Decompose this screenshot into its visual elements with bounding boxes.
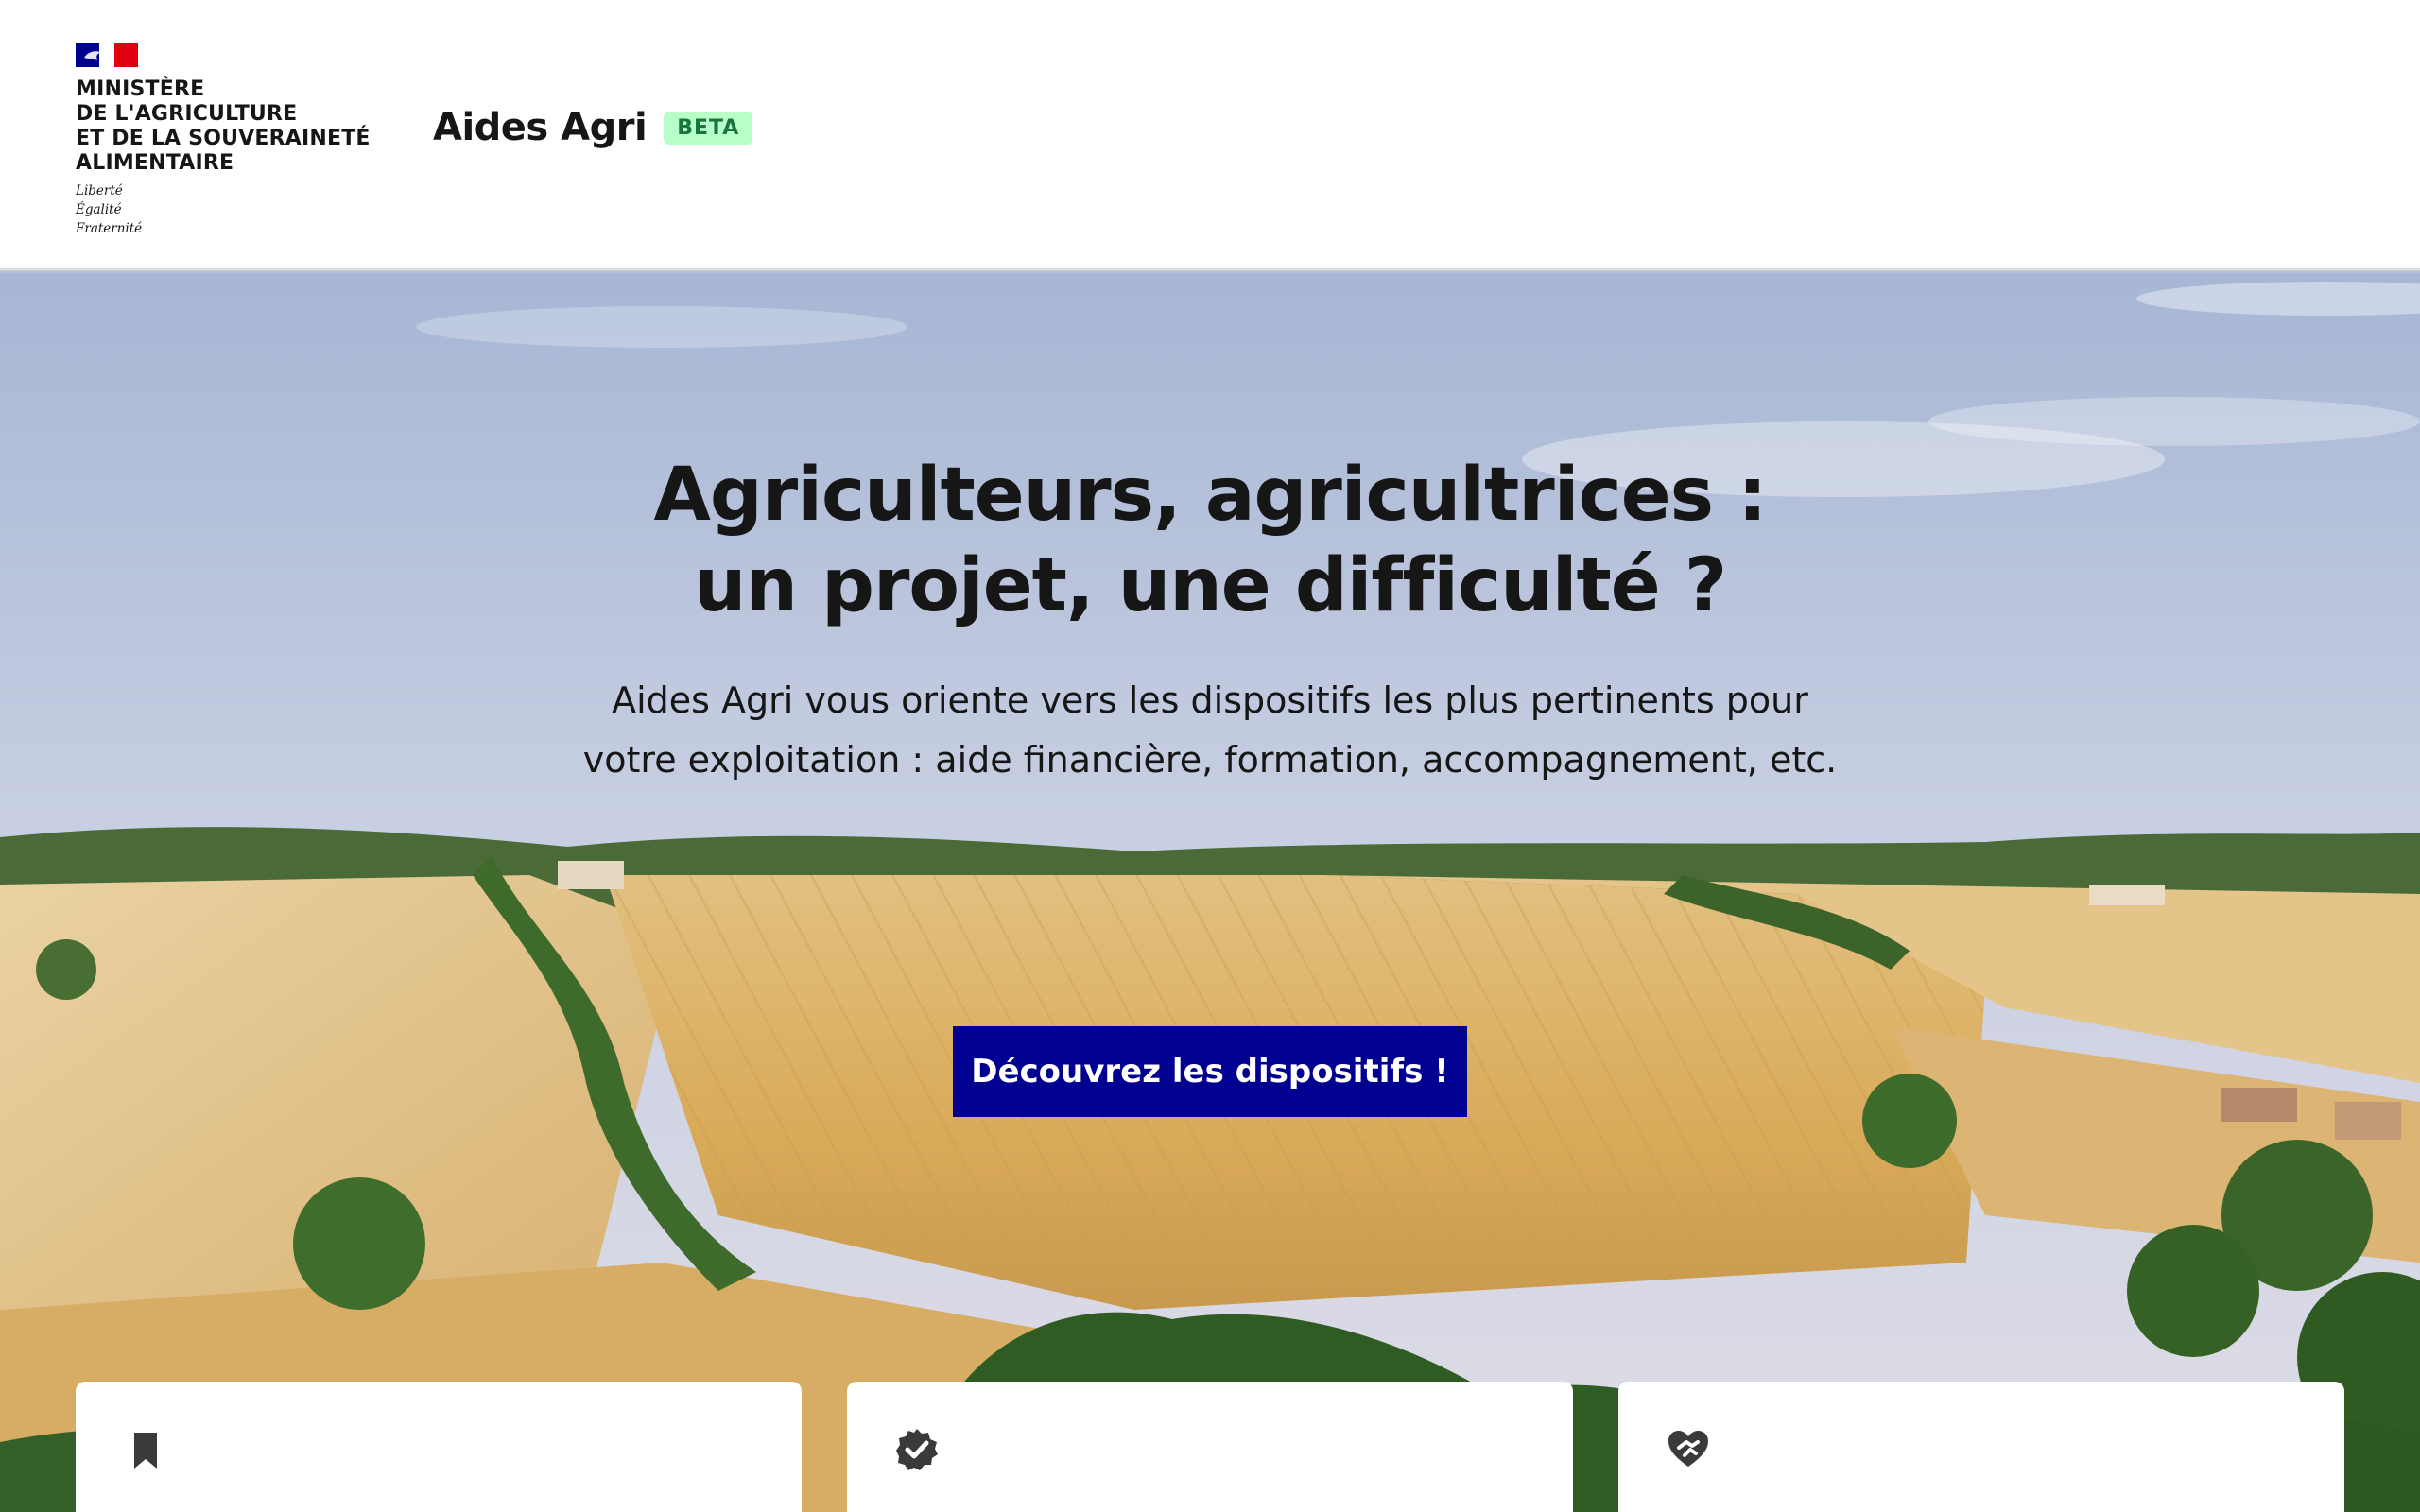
beta-badge: BETA: [664, 111, 753, 145]
republique-francaise-flag-icon: [76, 43, 138, 67]
verified-badge-icon: [896, 1429, 938, 1470]
header-divider: [0, 268, 2420, 274]
motto-line: Fraternité: [76, 221, 143, 236]
hero-section: Agriculteurs, agricultrices : un projet,…: [0, 270, 2420, 1512]
hero-subtitle-line: votre exploitation : aide financière, fo…: [582, 739, 1838, 781]
hero-title: Agriculteurs, agricultrices : un projet,…: [0, 450, 2420, 631]
service-title-link[interactable]: Aides Agri: [433, 106, 648, 149]
ministry-line: ALIMENTAIRE: [76, 151, 234, 175]
hero-title-line: Agriculteurs, agricultrices :: [653, 453, 1768, 538]
hero-subtitle: Aides Agri vous oriente vers les disposi…: [0, 671, 2420, 790]
feature-card[interactable]: [76, 1382, 802, 1512]
service-branding: Aides Agri BETA: [433, 106, 753, 149]
hero-content: Agriculteurs, agricultrices : un projet,…: [0, 270, 2420, 790]
site-header: MINISTÈRE DE L'AGRICULTURE ET DE LA SOUV…: [0, 0, 2420, 270]
marianne-icon: [84, 51, 101, 60]
feature-card[interactable]: [847, 1382, 1573, 1512]
motto-line: Liberté: [76, 183, 123, 198]
discover-dispositifs-button[interactable]: Découvrez les dispositifs !: [953, 1026, 1467, 1117]
ministry-name: MINISTÈRE DE L'AGRICULTURE ET DE LA SOUV…: [76, 77, 378, 176]
republic-motto: Liberté Égalité Fraternité: [76, 181, 378, 238]
hero-subtitle-line: Aides Agri vous oriente vers les disposi…: [612, 679, 1808, 721]
ministry-line: DE L'AGRICULTURE: [76, 102, 298, 126]
heart-handshake-icon: [1668, 1431, 1708, 1467]
ministry-line: ET DE LA SOUVERAINETÉ: [76, 127, 371, 150]
ministry-logo-link[interactable]: MINISTÈRE DE L'AGRICULTURE ET DE LA SOUV…: [76, 43, 378, 236]
hero-title-line: un projet, une difficulté ?: [693, 543, 1727, 628]
feature-card[interactable]: [1618, 1382, 2344, 1512]
bookmark-icon: [134, 1433, 157, 1469]
motto-line: Égalité: [76, 202, 122, 217]
ministry-line: MINISTÈRE: [76, 77, 205, 101]
